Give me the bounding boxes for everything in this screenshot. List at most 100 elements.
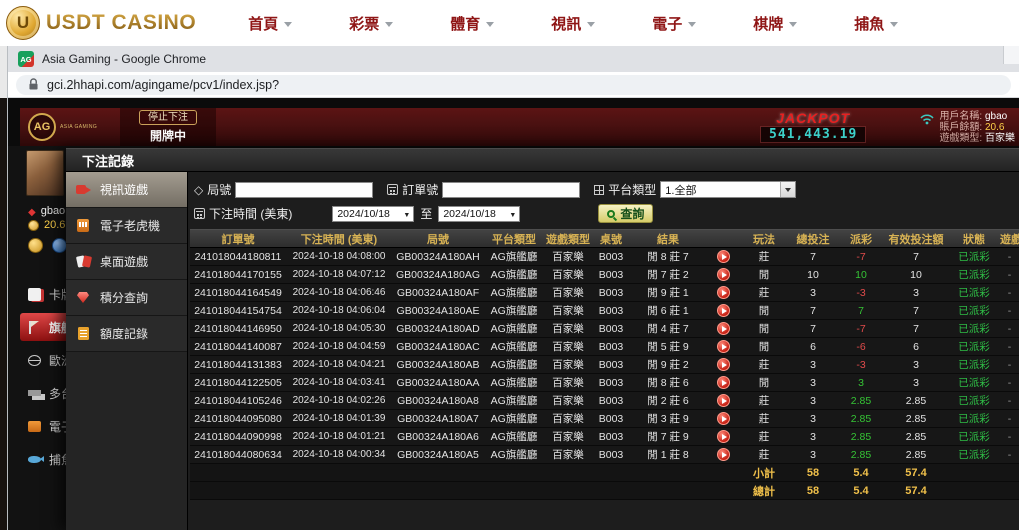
cell-round-number: GB00324A180A5 <box>392 449 484 461</box>
browser-window: AG Asia Gaming - Google Chrome gci.2hhap… <box>8 46 1019 530</box>
cell-platform-type: AG旗艦廳 <box>484 249 544 264</box>
cell-extra: - <box>1000 323 1019 335</box>
cell-payout: 10 <box>838 269 884 281</box>
order-number-input[interactable] <box>442 182 580 198</box>
order-number-icon <box>387 184 398 195</box>
cell-extra: - <box>1000 251 1019 263</box>
nav-item[interactable]: 彩票 <box>349 13 393 34</box>
dropdown-arrow-icon <box>509 208 516 220</box>
replay-play-button[interactable] <box>717 376 730 389</box>
replay-play-button[interactable] <box>717 250 730 263</box>
deposit-icon[interactable] <box>28 238 43 253</box>
nav-item[interactable]: 捕魚 <box>854 13 898 34</box>
cell-replay <box>706 250 740 263</box>
nav-item[interactable]: 體育 <box>450 13 494 34</box>
replay-play-button[interactable] <box>717 304 730 317</box>
cell-valid-bet: 7 <box>884 251 948 263</box>
replay-play-button[interactable] <box>717 286 730 299</box>
nav-item[interactable]: 電子 <box>652 13 696 34</box>
table-row: 241018044105246 2024-10-18 04:02:26 GB00… <box>190 392 1019 410</box>
subtotal-payout: 5.4 <box>838 467 884 479</box>
cell-round-number: GB00324A180A6 <box>392 431 484 443</box>
date-to-select[interactable]: 2024/10/18 <box>438 206 520 222</box>
total-valid: 57.4 <box>884 485 948 497</box>
date-from-select[interactable]: 2024/10/18 <box>332 206 414 222</box>
jackpot-display: JACKPOT 541,443.19 <box>760 110 866 143</box>
subtotal-valid: 57.4 <box>884 467 948 479</box>
search-button[interactable]: 查詢 <box>598 204 653 223</box>
cell-bet-time: 2024-10-18 04:08:00 <box>286 251 392 262</box>
cell-play-type: 莊 <box>740 249 788 264</box>
cell-bet-time: 2024-10-18 04:01:39 <box>286 413 392 424</box>
cell-order-number: 241018044170155 <box>190 269 286 281</box>
round-number-input[interactable] <box>235 182 373 198</box>
bet-time-label: 下注時間 (美東) <box>209 205 292 222</box>
cell-play-type: 莊 <box>740 393 788 408</box>
date-to-value: 2024/10/18 <box>443 208 496 220</box>
column-header: 平台類型 <box>484 231 544 247</box>
cell-payout: 3 <box>838 377 884 389</box>
column-header: 局號 <box>392 231 484 247</box>
table-row: 241018044122505 2024-10-18 04:03:41 GB00… <box>190 374 1019 392</box>
replay-play-button[interactable] <box>717 448 730 461</box>
cell-game-type: 百家樂 <box>544 321 592 336</box>
modal-menu-item[interactable]: 額度記錄 <box>66 316 187 352</box>
site-logo[interactable]: U USDT CASINO <box>0 6 196 40</box>
browser-titlebar[interactable]: AG Asia Gaming - Google Chrome <box>8 46 1019 72</box>
cell-order-number: 241018044122505 <box>190 377 286 389</box>
stop-betting-button[interactable]: 停止下注 <box>139 110 197 125</box>
modal-menu-label: 電子老虎機 <box>100 217 160 234</box>
cell-play-type: 閒 <box>740 375 788 390</box>
modal-menu-item[interactable]: 積分查詢 <box>66 280 187 316</box>
modal-menu-label: 視訊遊戲 <box>100 181 148 198</box>
cell-extra: - <box>1000 359 1019 371</box>
transfer-icon[interactable] <box>52 238 67 253</box>
cell-bet-time: 2024-10-18 04:05:30 <box>286 323 392 334</box>
replay-play-button[interactable] <box>717 430 730 443</box>
cell-total-bet: 3 <box>788 359 838 371</box>
platform-type-select[interactable]: 1.全部 <box>660 181 796 198</box>
chevron-down-icon <box>486 22 494 27</box>
cell-round-number: GB00324A180AC <box>392 341 484 353</box>
cell-bet-time: 2024-10-18 04:07:12 <box>286 269 392 280</box>
cell-bet-time: 2024-10-18 04:06:04 <box>286 305 392 316</box>
modal-menu-item[interactable]: 桌面遊戲 <box>66 244 187 280</box>
cell-table-number: B003 <box>592 287 630 299</box>
cell-total-bet: 3 <box>788 449 838 461</box>
table-row: 241018044140087 2024-10-18 04:04:59 GB00… <box>190 338 1019 356</box>
balance-row: 20.6 <box>28 219 65 231</box>
cell-extra: - <box>1000 449 1019 461</box>
replay-play-button[interactable] <box>717 268 730 281</box>
cell-game-type: 百家樂 <box>544 429 592 444</box>
balance: 20.6 <box>44 219 65 231</box>
cell-valid-bet: 7 <box>884 305 948 317</box>
modal-menu-item[interactable]: 視訊遊戲 <box>66 172 187 208</box>
cell-total-bet: 3 <box>788 395 838 407</box>
cell-table-number: B003 <box>592 449 630 461</box>
replay-play-button[interactable] <box>717 394 730 407</box>
nav-item[interactable]: 視訊 <box>551 13 595 34</box>
column-header: 派彩 <box>838 231 884 247</box>
replay-play-button[interactable] <box>717 412 730 425</box>
address-input[interactable]: gci.2hhapi.com/agingame/pcv1/index.jsp? <box>16 75 1011 95</box>
nav-item[interactable]: 棋牌 <box>753 13 797 34</box>
camera-icon <box>76 183 92 196</box>
replay-play-button[interactable] <box>717 358 730 371</box>
cell-total-bet: 7 <box>788 323 838 335</box>
nav-item[interactable]: 首頁 <box>248 13 292 34</box>
cell-order-number: 241018044105246 <box>190 395 286 407</box>
cell-total-bet: 7 <box>788 305 838 317</box>
banner-user-info: 用戶名稱: gbao 賬戶餘額: 20.6 遊戲類型: 百家樂 <box>920 111 1015 144</box>
cell-game-type: 百家樂 <box>544 303 592 318</box>
column-header: 結果 <box>630 231 706 247</box>
cell-valid-bet: 2.85 <box>884 431 948 443</box>
cell-platform-type: AG旗艦廳 <box>484 339 544 354</box>
cell-valid-bet: 3 <box>884 287 948 299</box>
replay-play-button[interactable] <box>717 322 730 335</box>
cell-game-type: 百家樂 <box>544 249 592 264</box>
modal-menu-item[interactable]: 電子老虎機 <box>66 208 187 244</box>
cell-bet-time: 2024-10-18 04:00:34 <box>286 449 392 460</box>
replay-play-button[interactable] <box>717 340 730 353</box>
wifi-icon <box>920 113 934 125</box>
window-controls[interactable] <box>1003 46 1019 64</box>
